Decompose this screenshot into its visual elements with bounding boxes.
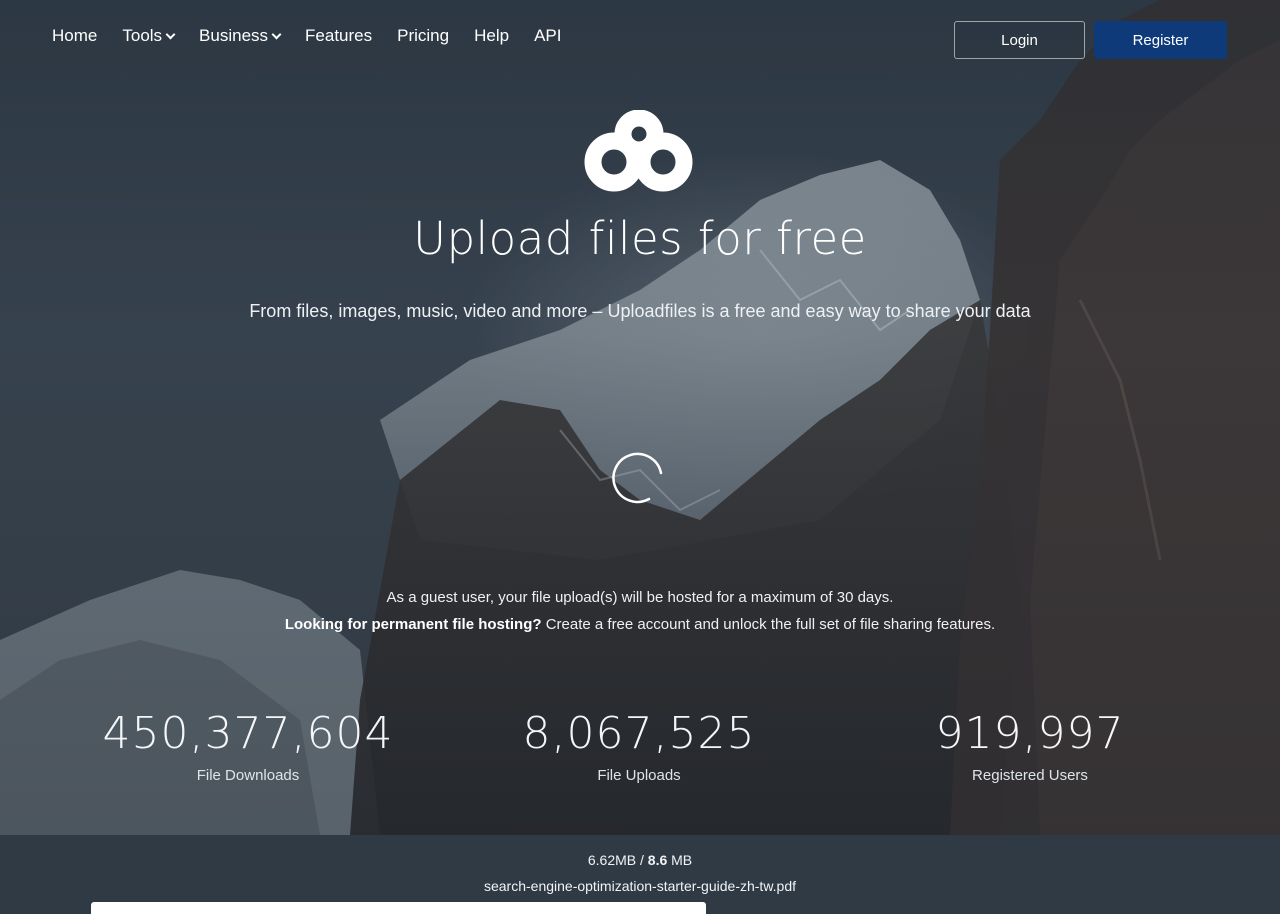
- stat-file-downloads: 450,377,604 File Downloads: [68, 708, 428, 784]
- permanent-hosting-notice: Looking for permanent file hosting? Crea…: [0, 616, 1280, 633]
- register-button[interactable]: Register: [1094, 21, 1227, 59]
- nav-tools-label: Tools: [122, 26, 163, 45]
- stat-file-uploads: 8,067,525 File Uploads: [459, 708, 819, 784]
- upload-size-readout: 6.62MB / 8.6 MB: [0, 852, 1280, 868]
- total-size-unit: MB: [667, 852, 693, 868]
- stat-value: 919,997: [935, 708, 1125, 759]
- nav-api[interactable]: API: [534, 24, 561, 48]
- guest-notice: As a guest user, your file upload(s) wil…: [386, 589, 894, 606]
- permanent-hosting-text: Create a free account and unlock the ful…: [541, 616, 996, 633]
- stat-value: 8,067,525: [522, 708, 756, 759]
- nav-features[interactable]: Features: [305, 24, 372, 48]
- stat-registered-users: 919,997 Registered Users: [850, 708, 1210, 784]
- nav-tools[interactable]: Tools: [122, 24, 176, 48]
- uploaded-size: 6.62MB: [587, 852, 637, 868]
- nav-pricing[interactable]: Pricing: [397, 24, 449, 48]
- nav-features-label: Features: [305, 26, 373, 45]
- upload-filename: search-engine-optimization-starter-guide…: [483, 878, 797, 894]
- nav-help-label: Help: [474, 26, 510, 45]
- page-title: Upload files for free: [413, 212, 867, 265]
- upload-progress-fill: [91, 902, 706, 914]
- nav-home[interactable]: Home: [52, 24, 97, 48]
- nav-api-label: API: [534, 26, 562, 45]
- chevron-down-icon: [165, 29, 176, 40]
- loading-spinner-icon: [612, 452, 663, 504]
- chevron-down-icon: [271, 29, 282, 40]
- stat-label: File Downloads: [196, 767, 300, 784]
- permanent-hosting-question: Looking for permanent file hosting?: [284, 616, 542, 633]
- stat-label: Registered Users: [972, 767, 1088, 784]
- uploadfiles-logo-icon: [584, 110, 693, 192]
- nav-business-label: Business: [199, 26, 269, 45]
- nav-help[interactable]: Help: [474, 24, 509, 48]
- main-nav: Home Tools Business Features Pricing Hel…: [52, 24, 586, 48]
- login-button[interactable]: Login: [954, 21, 1085, 59]
- stat-value: 450,377,604: [102, 708, 394, 759]
- nav-home-label: Home: [52, 26, 98, 45]
- total-size-value: 8.6: [647, 852, 668, 868]
- nav-pricing-label: Pricing: [397, 26, 450, 45]
- size-separator: /: [636, 852, 648, 868]
- upload-progress-bar: [91, 902, 1189, 914]
- stat-label: File Uploads: [597, 767, 681, 784]
- page-subtitle: From files, images, music, video and mor…: [249, 301, 1031, 321]
- nav-business[interactable]: Business: [199, 24, 282, 48]
